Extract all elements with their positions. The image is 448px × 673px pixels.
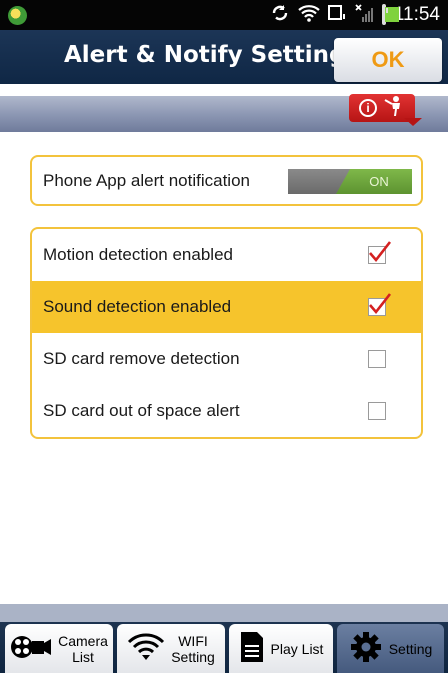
motion-detection-checkbox[interactable] [368, 241, 392, 264]
status-icons: 11:54 [270, 0, 440, 30]
status-bar: 11:54 [0, 0, 448, 30]
file-icon [239, 630, 265, 667]
option-label: Motion detection enabled [43, 245, 233, 264]
phone-alert-toggle[interactable]: ON [288, 169, 412, 194]
title-bar: Alert & Notify Setting OK [0, 30, 448, 84]
sync-icon [270, 4, 290, 27]
checkmark-icon [369, 293, 392, 315]
option-row-sd-remove[interactable]: SD card remove detection [32, 333, 421, 385]
ok-button[interactable]: OK [334, 38, 442, 82]
option-row-motion[interactable]: Motion detection enabled [32, 229, 421, 281]
info-icon: i [359, 99, 377, 117]
option-label: SD card out of space alert [43, 401, 240, 420]
sd-remove-checkbox[interactable] [368, 350, 386, 368]
wifi-icon [298, 4, 320, 27]
tab-camera-list[interactable]: Camera List [5, 624, 113, 673]
sd-space-checkbox[interactable] [368, 402, 386, 420]
tab-label: Play List [270, 640, 324, 657]
phone-alert-label: Phone App alert notification [43, 170, 250, 190]
option-label: SD card remove detection [43, 349, 240, 368]
option-label: Sound detection enabled [43, 297, 232, 316]
tab-label: Setting [388, 640, 433, 657]
camera-icon [10, 631, 52, 666]
person-icon [383, 95, 405, 122]
option-row-sound[interactable]: Sound detection enabled [32, 281, 421, 333]
option-row-sd-space[interactable]: SD card out of space alert [32, 385, 421, 437]
info-button-tail [404, 118, 422, 126]
sound-detection-checkbox[interactable] [368, 293, 392, 316]
phone-alert-row: Phone App alert notification ON [32, 157, 421, 204]
checkmark-icon [369, 241, 392, 263]
tab-label: Camera List [58, 632, 108, 665]
sd-card-icon [327, 4, 346, 27]
tab-play-list[interactable]: Play List [229, 624, 333, 673]
phone-alert-card: Phone App alert notification ON [30, 155, 423, 206]
tab-setting[interactable]: Setting [337, 624, 444, 673]
app-logo-icon [8, 6, 27, 25]
tab-label: WIFI Setting [171, 632, 215, 665]
gear-icon [349, 630, 383, 667]
page-title: Alert & Notify Setting [64, 42, 346, 68]
no-signal-icon [354, 3, 374, 28]
battery-icon [381, 4, 399, 25]
detection-options-card: Motion detection enabled Sound detection… [30, 227, 423, 439]
tab-wifi-setting[interactable]: WIFI Setting [117, 624, 225, 673]
clock: 11:54 [393, 4, 440, 25]
wifi-icon [127, 632, 165, 665]
